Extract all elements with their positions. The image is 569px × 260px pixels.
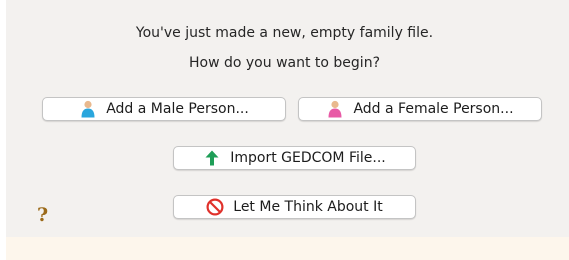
import-gedcom-label: Import GEDCOM File... [230, 150, 386, 166]
prohibited-icon [206, 198, 224, 216]
let-me-think-button[interactable]: Let Me Think About It [173, 195, 416, 219]
female-person-icon [326, 100, 344, 118]
footer-strip [6, 237, 569, 260]
add-male-person-label: Add a Male Person... [106, 101, 249, 117]
message-line-2: How do you want to begin? [189, 55, 380, 71]
add-female-person-label: Add a Female Person... [353, 101, 514, 117]
message-line-1: You've just made a new, empty family fil… [135, 25, 434, 41]
import-gedcom-button[interactable]: Import GEDCOM File... [173, 146, 416, 170]
help-question-icon[interactable]: ? [37, 206, 48, 225]
add-male-person-button[interactable]: Add a Male Person... [42, 97, 286, 121]
green-up-arrow-icon [203, 149, 221, 167]
male-person-icon [79, 100, 97, 118]
let-me-think-label: Let Me Think About It [233, 199, 383, 215]
add-female-person-button[interactable]: Add a Female Person... [298, 97, 542, 121]
